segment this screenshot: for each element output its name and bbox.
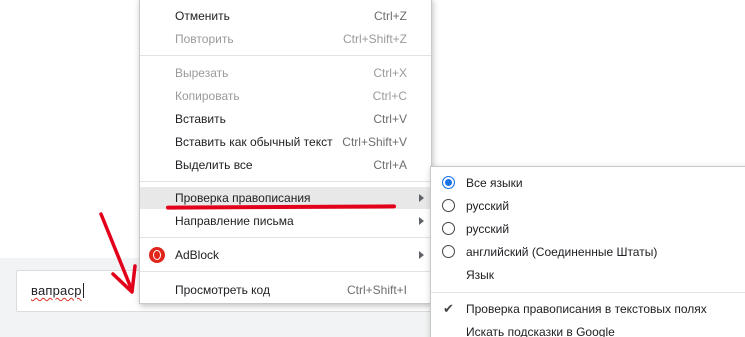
menu-item-shortcut: Ctrl+Shift+I [346, 283, 407, 297]
menu-item-label: Копировать [175, 89, 240, 103]
option-label: русский [466, 199, 510, 213]
radio-icon [442, 222, 455, 235]
language-option-all[interactable]: Все языки [431, 172, 745, 194]
menu-item-label: AdBlock [175, 248, 220, 262]
option-label: Все языки [466, 176, 523, 190]
misspelled-word: вапраср [31, 283, 82, 298]
spellcheck-submenu: Все языки русский русский английский (Со… [430, 166, 745, 337]
option-label: Язык [466, 268, 495, 282]
menu-separator [140, 237, 431, 238]
language-settings-item[interactable]: Язык [431, 264, 745, 286]
menu-item-label: Отменить [175, 9, 230, 23]
option-label: русский [466, 222, 510, 236]
menu-separator [140, 181, 431, 182]
menu-item-label: Выделить все [175, 158, 253, 172]
menu-item-shortcut: Ctrl+V [373, 112, 407, 126]
menu-item-paste-plain[interactable]: Вставить как обычный текст Ctrl+Shift+V [140, 131, 431, 153]
menu-item-label: Вставить [175, 112, 226, 126]
submenu-arrow-icon [419, 251, 424, 259]
option-label: английский (Соединенные Штаты) [466, 245, 658, 259]
menu-item-shortcut: Ctrl+Shift+V [342, 135, 407, 149]
menu-item-label: Вырезать [175, 66, 229, 80]
menu-item-label: Повторить [175, 32, 234, 46]
text-caret [82, 283, 84, 298]
menu-item-label: Проверка правописания [175, 191, 311, 205]
annotation-arrow-icon [99, 212, 137, 294]
radio-icon [442, 245, 455, 258]
menu-item-cut[interactable]: Вырезать Ctrl+X [140, 62, 431, 84]
menu-separator [140, 55, 431, 56]
submenu-arrow-icon [419, 194, 424, 202]
adblock-icon [149, 247, 165, 263]
menu-item-redo[interactable]: Повторить Ctrl+Shift+Z [140, 28, 431, 50]
menu-item-shortcut: Ctrl+Z [374, 9, 407, 23]
radio-icon [442, 199, 455, 212]
google-suggestions-item[interactable]: Искать подсказки в Google [431, 321, 745, 337]
menu-separator [140, 271, 431, 272]
menu-item-label: Просмотреть код [175, 283, 270, 297]
radio-selected-icon [442, 176, 455, 189]
checkmark-icon: ✔ [443, 301, 454, 316]
menu-item-copy[interactable]: Копировать Ctrl+C [140, 85, 431, 107]
menu-item-shortcut: Ctrl+X [373, 66, 407, 80]
menu-item-paste[interactable]: Вставить Ctrl+V [140, 108, 431, 130]
submenu-arrow-icon [419, 217, 424, 225]
menu-item-select-all[interactable]: Выделить все Ctrl+A [140, 154, 431, 176]
language-option-english-us[interactable]: английский (Соединенные Штаты) [431, 241, 745, 263]
menu-item-shortcut: Ctrl+A [373, 158, 407, 172]
menu-item-shortcut: Ctrl+C [372, 89, 407, 103]
submenu-separator [431, 292, 745, 293]
option-label: Искать подсказки в Google [466, 325, 615, 337]
option-label: Проверка правописания в текстовых полях [466, 302, 707, 316]
menu-item-writing-direction[interactable]: Направление письма [140, 210, 431, 232]
input-text: вапраср [31, 283, 84, 298]
menu-item-label: Вставить как обычный текст [175, 135, 333, 149]
language-option-russian-1[interactable]: русский [431, 195, 745, 217]
menu-item-shortcut: Ctrl+Shift+Z [342, 32, 407, 46]
language-option-russian-2[interactable]: русский [431, 218, 745, 240]
menu-item-undo[interactable]: Отменить Ctrl+Z [140, 5, 431, 27]
context-menu: Отменить Ctrl+Z Повторить Ctrl+Shift+Z В… [139, 0, 432, 304]
menu-item-adblock[interactable]: AdBlock [140, 244, 431, 266]
spellcheck-text-fields-toggle[interactable]: ✔ Проверка правописания в текстовых поля… [431, 298, 745, 320]
menu-item-inspect[interactable]: Просмотреть код Ctrl+Shift+I [140, 279, 431, 301]
menu-item-label: Направление письма [175, 214, 294, 228]
